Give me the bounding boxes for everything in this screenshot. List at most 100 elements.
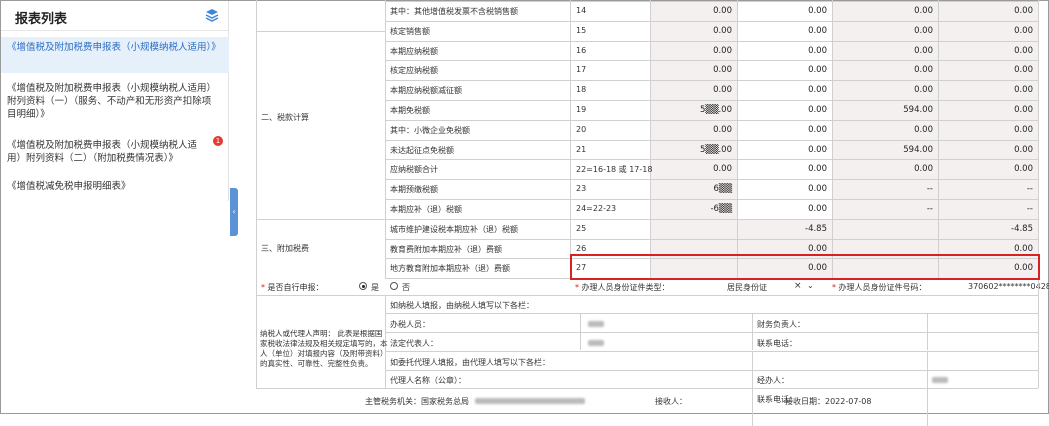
extra-value-col2: -4.85	[805, 223, 827, 234]
row-label: 核定应纳税额	[390, 66, 438, 76]
tax-authority-label: 主管税务机关：国家税务总局	[365, 397, 469, 406]
row-code: 23	[576, 184, 587, 194]
id-number-value[interactable]: 370602********0428	[968, 282, 1049, 291]
layers-icon[interactable]	[205, 8, 219, 22]
grid-hline	[256, 218, 385, 220]
self-declare-label: * 是否自行申报：	[261, 283, 324, 293]
operator-value-masked	[932, 377, 948, 384]
grid-vline	[1038, 0, 1039, 279]
row-code: 19	[576, 105, 587, 114]
sidebar-item-label: 《增值税及附加税费申报表（小规模纳税人适用）附列资料（一）（服务、不动产和无形资…	[7, 83, 217, 120]
id-number-label: * 办理人员身份证件号码：	[832, 283, 927, 293]
row-code: 24=22-23	[576, 204, 617, 213]
finance-head-label: 财务负责人：	[757, 320, 805, 330]
value-col3: 594.00	[903, 144, 933, 155]
grid-hline	[385, 159, 1038, 161]
value-col2[interactable]: 0.00	[737, 125, 827, 135]
extra-row-code: 26	[576, 243, 587, 253]
value-col2[interactable]: 0.00	[737, 105, 827, 115]
grid-hline	[385, 179, 1038, 181]
id-type-label: * 办理人员身份证件类型：	[575, 283, 670, 293]
row-code: 15	[576, 25, 587, 35]
value-col3: 0.00	[914, 6, 933, 16]
value-col2[interactable]: 0.00	[737, 164, 827, 174]
value-col4: --	[1026, 184, 1033, 195]
grid-vline	[1038, 278, 1039, 389]
sidebar-collapse-button[interactable]: ‹	[230, 188, 238, 236]
value-col2[interactable]: 0.00	[737, 6, 827, 16]
extra-row-code: 25	[576, 223, 587, 233]
value-col2[interactable]: 0.00	[737, 26, 827, 36]
radio-yes[interactable]	[359, 282, 367, 291]
handler-value-masked	[588, 321, 604, 328]
sidebar-item-attachment-1[interactable]: 《增值税及附加税费申报表（小规模纳税人适用）附列资料（一）（服务、不动产和无形资…	[1, 82, 229, 126]
extra-value-col4: -4.85	[1011, 223, 1033, 234]
value-col4: 0.00	[1014, 144, 1033, 155]
row-code: 21	[576, 144, 587, 154]
extra-row-label: 教育费附加本期应补（退）费额	[390, 244, 502, 254]
sidebar-item-label: 《增值税及附加税费申报表（小规模纳税人适用）附列资料（二）（附加税费情况表）》	[7, 140, 198, 164]
value-col2[interactable]: 0.00	[737, 85, 827, 95]
value-col2[interactable]: 0.00	[737, 65, 827, 75]
grid-vline	[256, 278, 257, 389]
value-col1: 0.00	[713, 65, 732, 76]
sidebar-item-main-report[interactable]: 《增值税及附加税费申报表（小规模纳税人适用）》	[1, 37, 229, 73]
sidebar-item-reduction-detail[interactable]: 《增值税减免税申报明细表》	[1, 180, 229, 194]
taxpayer-fill-note: 如纳税人填报，由纳税人填写以下各栏：	[390, 301, 534, 311]
receiver-label: 接收人：	[655, 397, 687, 406]
value-col3: --	[926, 184, 933, 195]
extra-row-label: 城市维护建设税本期应补（退）税额	[390, 224, 518, 234]
value-col3: 0.00	[914, 164, 933, 175]
highlight-box	[570, 254, 1040, 280]
sidebar-item-label: 《增值税减免税申报明细表》	[7, 181, 131, 192]
agent-fill-note: 如委托代理人填报，由代理人填写以下各栏：	[390, 358, 550, 368]
section-surcharge: 三、附加税费	[261, 243, 309, 253]
agent-name-label: 代理人名称（公章）：	[390, 376, 466, 386]
id-type-select[interactable]: 居民身份证	[727, 282, 767, 293]
row-code: 20	[576, 124, 587, 134]
sidebar-item-label: 《增值税及附加税费申报表（小规模纳税人适用）》	[7, 42, 221, 53]
value-col1: 0.00	[713, 85, 732, 96]
grid-hline	[385, 119, 1038, 121]
value-col4: 0.00	[1014, 6, 1033, 16]
grid-vline	[927, 313, 928, 351]
row-code: 22=16-18 或 17-18	[576, 165, 653, 175]
value-col2[interactable]: 0.00	[737, 204, 827, 214]
grid-hline	[385, 100, 1038, 101]
row-label: 本期应纳税额	[390, 46, 438, 56]
report-list-sidebar: 报表列表 《增值税及附加税费申报表（小规模纳税人适用）》 《增值税及附加税费申报…	[1, 1, 229, 201]
sidebar-header: 报表列表	[1, 1, 228, 31]
grid-hline	[385, 313, 1038, 315]
grid-hline	[385, 139, 1038, 141]
row-label: 其中：其他增值税发票不含税销售额	[390, 7, 518, 16]
radio-no[interactable]	[390, 282, 398, 291]
grid-vline	[752, 351, 753, 426]
tax-authority-masked	[475, 398, 585, 404]
grid-hline	[385, 332, 1038, 334]
row-code: 17	[576, 65, 587, 75]
grid-hline	[256, 30, 385, 32]
extra-row-label: 地方教育附加本期应补（退）费额	[390, 264, 510, 274]
row-label: 本期应纳税额减征额	[390, 86, 462, 96]
notification-badge: 1	[213, 136, 223, 146]
row-label: 本期预缴税额	[390, 185, 438, 195]
value-col2[interactable]: 0.00	[737, 184, 827, 194]
grid-hline	[385, 60, 1038, 62]
value-col2[interactable]: 0.00	[737, 46, 827, 56]
section-tax-calc: 二、税款计算	[261, 112, 309, 122]
row-label: 未达起征点免税额	[390, 145, 454, 155]
value-col2[interactable]: 0.00	[737, 145, 827, 155]
value-col3: 0.00	[914, 25, 933, 36]
value-col4: 0.00	[1014, 45, 1033, 56]
chevron-down-icon[interactable]: ⌄	[807, 281, 814, 290]
value-col1: 5▒▒.00	[700, 105, 732, 115]
sidebar-item-attachment-2[interactable]: 《增值税及附加税费申报表（小规模纳税人适用）附列资料（二）（附加税费情况表）》 …	[1, 136, 229, 167]
value-col1: 6▒▒	[713, 184, 732, 195]
value-col1: 0.00	[713, 6, 732, 16]
value-col3: 0.00	[914, 85, 933, 96]
grid-vline	[256, 0, 257, 279]
declaration-form: 其中：其他增值税发票不含税销售额 14 0.00 0.00 0.00 0.00 核定销售额 1…	[240, 0, 1049, 426]
grid-hline	[385, 40, 1038, 42]
clear-icon[interactable]: ×	[794, 281, 802, 291]
grid-hline	[385, 218, 1038, 220]
